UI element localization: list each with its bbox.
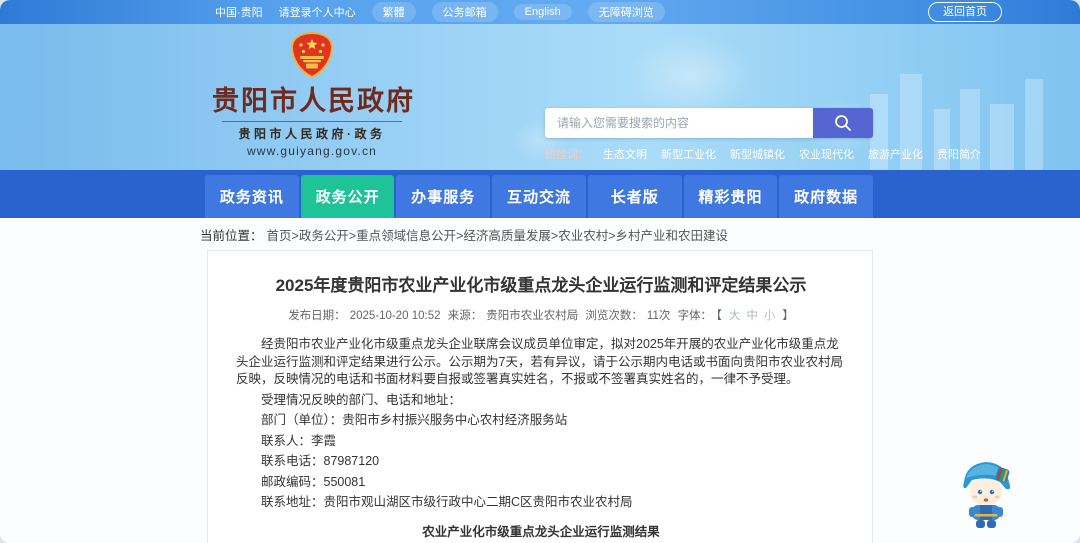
font-size-option[interactable]: 小 [764,310,776,322]
main-nav: 政务资讯 政务公开 办事服务 互动交流 长者版 精彩贵阳 政府数据 [0,170,1080,218]
views: 11次 [646,310,671,322]
table-caption: 农业产业化市级重点龙头企业运行监测结果 [422,524,660,539]
search-input[interactable] [545,108,813,138]
article-body: 经贵阳市农业产业化市级重点龙头企业联席会议成员单位审定，拟对2025年开展的农业… [236,336,846,512]
search-area: 热搜词： 生态文明新型工业化新型城镇化农业现代化旅游产业化贵阳简介 [545,108,981,162]
views-label: 浏览次数： [585,310,643,322]
article-paragraph: 联系地址：贵阳市观山湖区市级行政中心二期C区贵阳市农业农村局 [261,495,633,509]
article-paragraph: 联系电话：87987120 [261,454,380,468]
nav-tab[interactable]: 精彩贵阳 [683,175,778,218]
hot-search-links: 生态文明 新型工业化 新型城镇化 农业现代化 旅游产业化 贵阳简介 [603,146,981,162]
browser-page: 中国·贵阳 请登录个人中心 繁體 公务邮箱 English 无障碍浏览 返回首页 贵阳市人… [0,0,1080,543]
publish-date: 2025-10-20 10:52 [349,310,441,322]
topbar-link[interactable]: English [513,4,572,20]
mascot-character[interactable] [954,452,1018,530]
publish-date-label: 发布日期： [288,310,346,322]
hot-search-link[interactable]: 生态文明 [603,146,647,162]
hot-search-link[interactable]: 新型城镇化 [730,146,785,162]
breadcrumb-label: 当前位置： [200,228,263,243]
site-url: www.guiyang.gov.cn [246,144,378,158]
topbar-link[interactable]: 公务邮箱 [431,2,498,22]
font-bracket-close: 】 [782,310,794,322]
hot-search-link[interactable]: 贵阳简介 [937,146,981,162]
hot-search-link[interactable]: 新型工业化 [661,146,716,162]
return-home-button[interactable]: 返回首页 [928,2,1002,22]
brand-divider [222,121,402,122]
nav-tab[interactable]: 办事服务 [396,175,491,218]
font-size-option[interactable]: 中 [746,310,758,322]
hot-search-link[interactable]: 农业现代化 [799,146,854,162]
article-paragraph: 部门（单位）：贵阳市乡村振兴服务中心农村经济服务站 [261,413,568,427]
source: 贵阳市农业农村局 [486,310,579,322]
article-paragraph: 受理情况反映的部门、电话和地址： [261,392,462,407]
breadcrumb: 当前位置： 首页>政务公开>重点领域信息公开>经济高质量发展>农业农村>乡村产业… [0,218,1080,250]
nav-tab[interactable]: 长者版 [587,175,682,218]
nav-tab[interactable]: 政务公开 [300,175,395,218]
nav-tab[interactable]: 政务资讯 [205,175,299,218]
topbar-links: 中国·贵阳 请登录个人中心 繁體 公务邮箱 English 无障碍浏览 [215,2,665,22]
font-size-option[interactable]: 大 [729,310,741,322]
topbar: 中国·贵阳 请登录个人中心 繁體 公务邮箱 English 无障碍浏览 返回首页 [0,0,1080,24]
article-title: 2025年度贵阳市农业产业化市级重点龙头企业运行监测和评定结果公示 [275,276,807,295]
content-area: 当前位置： 首页>政务公开>重点领域信息公开>经济高质量发展>农业农村>乡村产业… [0,218,1080,543]
nav-tab[interactable]: 政府数据 [779,175,874,218]
site-brand: 贵阳市人民政府 贵阳市人民政府·政务 www.guiyang.gov.cn [212,32,415,158]
breadcrumb-path[interactable]: 首页>政务公开>重点领域信息公开>经济高质量发展>农业农村>乡村产业和农田建设 [267,225,729,244]
topbar-link[interactable]: 繁體 [371,2,416,22]
hot-search-row: 热搜词： 生态文明 新型工业化 新型城镇化 农业现代化 旅游产业化 贵阳简介 [545,146,981,162]
search-button[interactable] [813,108,873,138]
font-size-options: 大中小 [726,310,779,322]
font-size-label: 字体： [677,310,713,322]
topbar-link[interactable]: 请登录个人中心 [279,4,356,20]
topbar-link[interactable]: 中国·贵阳 [215,4,263,20]
hot-search-label: 热搜词： [545,149,589,161]
hot-search-link[interactable]: 旅游产业化 [868,146,923,162]
article-meta: 发布日期： 2025-10-20 10:52 来源： 贵阳市农业农村局 浏览次数： 1… [236,307,846,323]
search-icon [835,115,851,131]
article-paragraph: 联系人：李霞 [261,433,337,448]
article-box: 2025年度贵阳市农业产业化市级重点龙头企业运行监测和评定结果公示 发布日期： 2… [207,250,873,543]
site-subtitle: 贵阳市人民政府·政务 [238,127,386,141]
national-emblem-logo [290,32,334,78]
article-paragraph: 经贵阳市农业产业化市级重点龙头企业联席会议成员单位审定，拟对2025年开展的农业… [236,337,843,386]
font-bracket-open: 【 [716,310,722,322]
site-title: 贵阳市人民政府 [212,86,415,116]
nav-tab[interactable]: 互动交流 [492,175,586,218]
source-label: 来源： [447,310,483,322]
banner: 贵阳市人民政府 贵阳市人民政府·政务 www.guiyang.gov.cn 热搜… [0,24,1080,170]
topbar-link[interactable]: 无障碍浏览 [587,2,665,22]
article-paragraph: 邮政编码：550081 [261,474,366,489]
